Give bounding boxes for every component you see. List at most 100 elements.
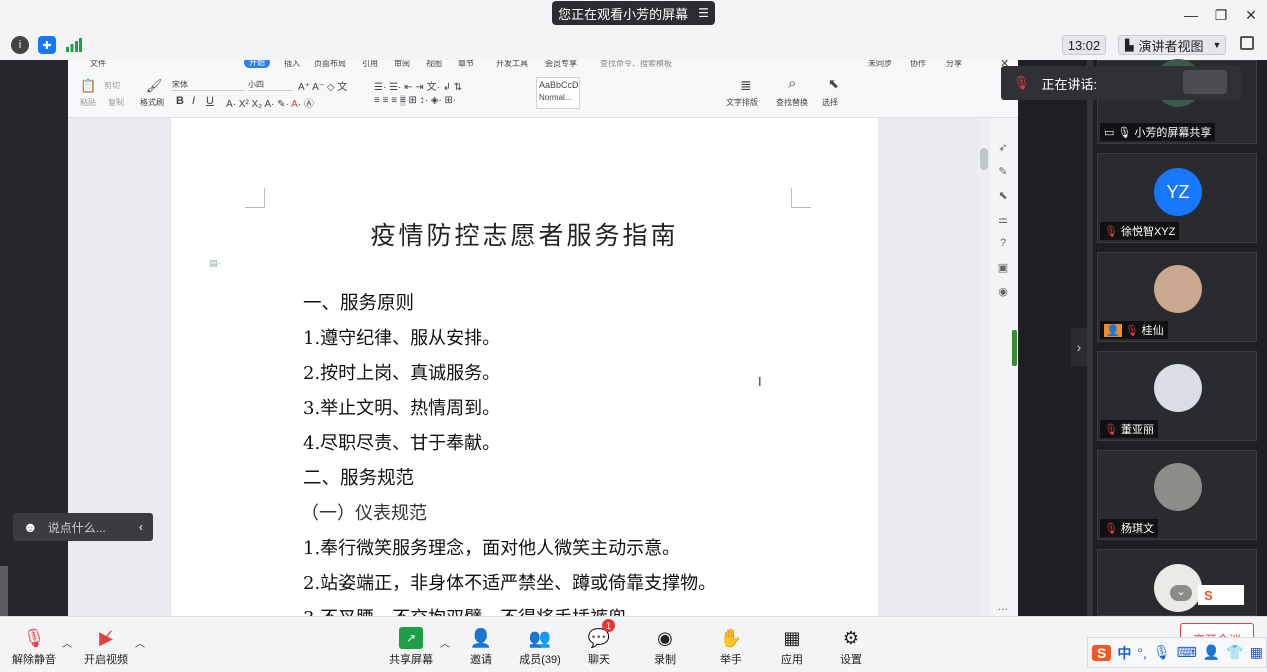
- members-button[interactable]: 👥 成员(39): [512, 623, 568, 667]
- help-icon[interactable]: ?: [996, 236, 1010, 250]
- magnifier-icon[interactable]: ⌕: [788, 75, 796, 92]
- font-grow-icon[interactable]: A⁺ A⁻ ◇ 文: [298, 78, 347, 93]
- command-search-input[interactable]: 查找命令、搜索模板: [600, 60, 672, 69]
- list-bullets-icon[interactable]: ☰· ☰· ⇤ ⇥ 文· ↲ ⇅: [374, 78, 462, 93]
- collaborate-button[interactable]: 协作: [910, 60, 926, 69]
- minimize-icon[interactable]: —: [1180, 4, 1202, 26]
- paste-button[interactable]: 粘贴: [80, 97, 96, 108]
- tab-section[interactable]: 章节: [458, 60, 474, 69]
- sliders-icon[interactable]: ⚌: [996, 212, 1010, 226]
- select-button[interactable]: 选择: [822, 97, 838, 108]
- view-mode-dropdown[interactable]: ▙ 演讲者视图 ▼: [1118, 35, 1226, 55]
- text-effects-icon[interactable]: A· X² X₂ A· ✎· A· Ⓐ: [226, 95, 314, 110]
- cut-button[interactable]: 剪切: [104, 80, 120, 91]
- style-gallery[interactable]: AaBbCcD Normal...: [536, 77, 580, 109]
- chevron-down-icon: ▼: [1212, 40, 1222, 50]
- settings-button[interactable]: ⚙ 设置: [823, 623, 879, 667]
- invite-button[interactable]: 👤 邀请: [453, 623, 509, 667]
- tab-file[interactable]: 文件: [90, 60, 106, 69]
- font-name-select[interactable]: 宋体: [172, 79, 244, 91]
- participant-name: 桂仙: [1141, 325, 1164, 337]
- close-icon[interactable]: ✕: [1240, 4, 1262, 26]
- video-label: 开启视频: [84, 654, 128, 666]
- mic-icon[interactable]: 🎙: [1153, 644, 1171, 661]
- font-size-select[interactable]: 小四: [248, 79, 292, 91]
- cursor-select-icon[interactable]: ⬉: [828, 76, 839, 92]
- bold-icon[interactable]: B: [176, 95, 184, 107]
- doc-scrollbar[interactable]: [978, 118, 990, 616]
- tab-insert[interactable]: 插入: [284, 60, 300, 69]
- style-preview: AaBbCcD: [539, 80, 579, 90]
- italic-icon[interactable]: I: [192, 95, 195, 107]
- ime-logo-icon[interactable]: S: [1198, 585, 1244, 605]
- raise-hand-button[interactable]: ✋ 举手: [703, 623, 759, 667]
- grid-icon[interactable]: ▦: [1250, 644, 1263, 661]
- tab-member[interactable]: 会员专享: [545, 60, 577, 69]
- share-doc-button[interactable]: 分享: [946, 60, 962, 69]
- tab-developer[interactable]: 开发工具: [496, 60, 528, 69]
- signal-icon[interactable]: [66, 38, 82, 52]
- ime-logo-icon[interactable]: S: [1092, 644, 1112, 661]
- pen-icon[interactable]: ✎: [996, 164, 1010, 178]
- participant-tile[interactable]: 🎙 杨琪文: [1097, 450, 1257, 540]
- align-icons[interactable]: ≡ ≡ ≡ ≡ ⊞ ↕· ◈· ⊞·: [374, 95, 456, 106]
- punctuation-icon[interactable]: °,: [1137, 645, 1147, 661]
- scrollbar-thumb[interactable]: [980, 148, 988, 170]
- rocket-icon[interactable]: ➶: [996, 140, 1010, 154]
- participant-tile[interactable]: 🎙 董亚丽: [1097, 351, 1257, 441]
- pointer-icon[interactable]: ⬉: [996, 188, 1010, 202]
- copy-button[interactable]: 复制: [108, 97, 124, 108]
- keyboard-icon[interactable]: ⌨: [1177, 644, 1197, 661]
- format-painter-button[interactable]: 格式刷: [140, 97, 164, 108]
- doc-note-icon[interactable]: ▤·: [209, 258, 221, 269]
- chat-input-bar[interactable]: ☻ 说点什么... ‹: [13, 513, 153, 541]
- collapse-chevron-icon[interactable]: ‹: [139, 520, 143, 534]
- share-screen-button[interactable]: ↗ 共享屏幕: [383, 623, 439, 667]
- find-replace-button[interactable]: 查找替换: [776, 97, 808, 108]
- participant-label: 🎙 董亚丽: [1100, 420, 1158, 438]
- unmute-button[interactable]: 🎙 解除静音: [6, 623, 62, 667]
- sync-status[interactable]: 未同步: [868, 60, 892, 69]
- screen-share-banner[interactable]: 您正在观看小芳的屏幕 ☰: [552, 1, 715, 25]
- panel-resize-handle[interactable]: [1012, 330, 1017, 366]
- apps-button[interactable]: ▦ 应用: [764, 623, 820, 667]
- more-icon[interactable]: …: [996, 600, 1010, 614]
- shirt-icon[interactable]: 👕: [1226, 644, 1243, 661]
- record-button[interactable]: ◉ 录制: [637, 623, 693, 667]
- paste-icon[interactable]: 📋: [80, 78, 96, 94]
- shield-icon[interactable]: ✚: [38, 36, 56, 54]
- document-page[interactable]: ▤· 疫情防控志愿者服务指南 一、服务原则 1.遵守纪律、服从安排。 2.按时上…: [171, 118, 878, 616]
- format-painter-icon[interactable]: 🖌: [146, 78, 163, 94]
- word-processor-window: 文件 开始 插入 页面布局 引用 审阅 视图 章节 开发工具 会员专享 查找命令…: [68, 60, 1018, 616]
- chevron-up-icon[interactable]: ︿: [440, 635, 450, 650]
- tab-view[interactable]: 视图: [426, 60, 442, 69]
- chat-button[interactable]: 💬 聊天 1: [571, 619, 627, 667]
- tab-page-layout[interactable]: 页面布局: [314, 60, 346, 69]
- fullscreen-icon[interactable]: [1240, 36, 1254, 50]
- panel-divider[interactable]: [1087, 60, 1093, 616]
- participant-name: 徐悦智XYZ: [1120, 226, 1176, 238]
- tab-references[interactable]: 引用: [362, 60, 378, 69]
- text-layout-button[interactable]: 文字排版: [726, 97, 758, 108]
- participant-tile[interactable]: ⌄ S: [1097, 549, 1257, 616]
- participant-tile[interactable]: 👤 🎙 桂仙: [1097, 252, 1257, 342]
- image-icon[interactable]: ▣: [996, 260, 1010, 274]
- chevron-up-icon[interactable]: ︿: [135, 635, 145, 650]
- person-icon[interactable]: 👤: [1203, 644, 1220, 661]
- chevron-up-icon[interactable]: ︿: [62, 635, 72, 650]
- start-video-button[interactable]: ▶̸ 开启视频: [78, 623, 134, 667]
- chat-input[interactable]: 说点什么...: [48, 519, 129, 536]
- participant-tile[interactable]: YZ 🎙 徐悦智XYZ: [1097, 153, 1257, 243]
- location-icon[interactable]: ◉: [996, 284, 1010, 298]
- restore-icon[interactable]: ❐: [1210, 4, 1232, 26]
- emoji-icon[interactable]: ☻: [23, 519, 38, 535]
- info-icon[interactable]: i: [11, 36, 29, 54]
- tab-review[interactable]: 审阅: [394, 60, 410, 69]
- underline-icon[interactable]: U: [206, 95, 214, 107]
- tab-home[interactable]: 开始: [244, 60, 270, 68]
- ime-language-toggle[interactable]: 中: [1117, 643, 1131, 663]
- text-layout-icon[interactable]: ≣: [740, 77, 752, 94]
- list-icon[interactable]: ☰: [698, 6, 709, 20]
- expand-panel-icon[interactable]: ›: [1071, 328, 1087, 366]
- chevron-down-icon[interactable]: ⌄: [1170, 585, 1192, 601]
